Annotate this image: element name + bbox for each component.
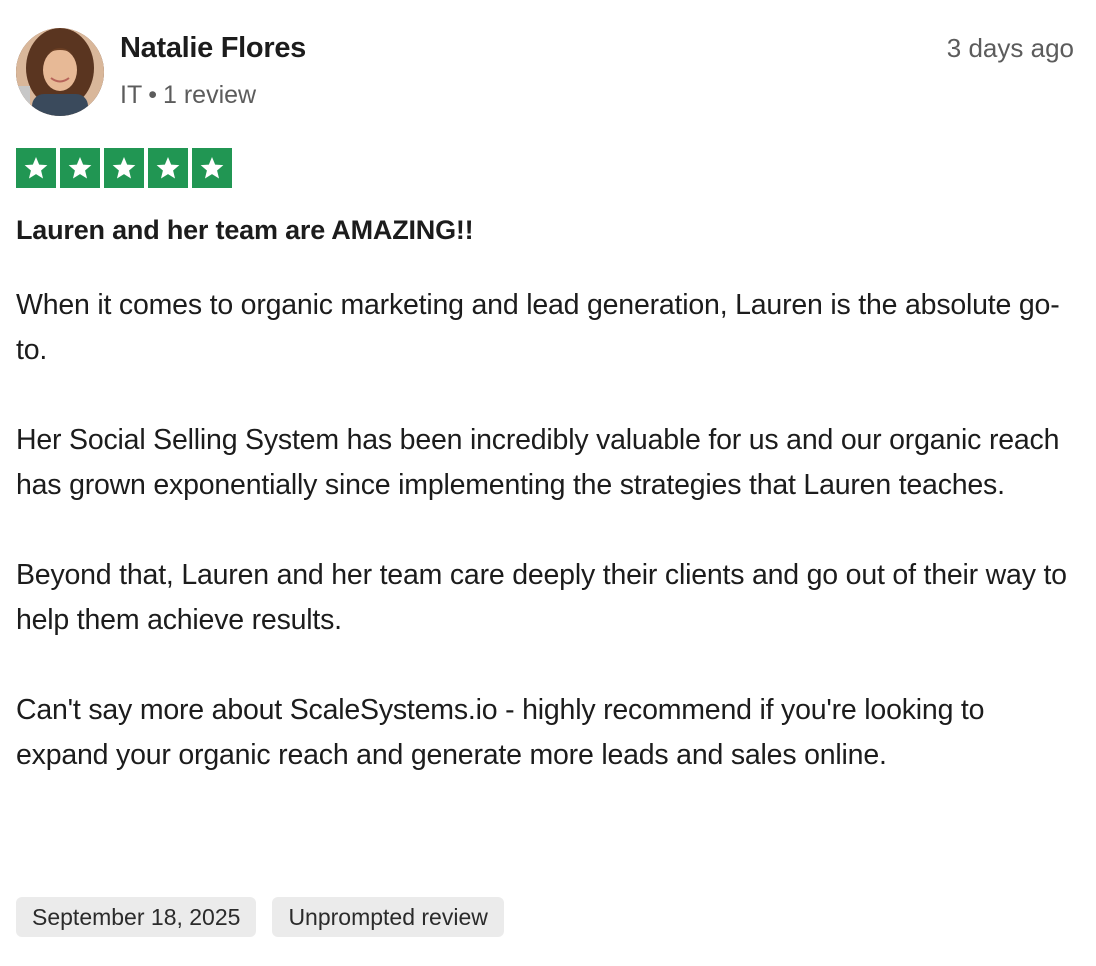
star-icon xyxy=(148,148,188,188)
review-paragraph: Can't say more about ScaleSystems.io - h… xyxy=(16,694,985,771)
review-body: When it comes to organic marketing and l… xyxy=(16,283,1080,778)
avatar[interactable] xyxy=(16,28,104,116)
review-tags: September 18, 2025 Unprompted review xyxy=(16,897,504,937)
star-icon xyxy=(104,148,144,188)
star-rating xyxy=(16,148,232,188)
star-icon xyxy=(16,148,56,188)
avatar-photo-icon xyxy=(16,28,104,116)
reviewer-country: IT xyxy=(120,81,143,109)
meta-separator: • xyxy=(148,81,157,109)
review-date-tag: September 18, 2025 xyxy=(16,897,257,937)
star-icon xyxy=(60,148,100,188)
reviewer-review-count: 1 review xyxy=(162,81,257,109)
reviewer-meta: IT • 1 review xyxy=(120,78,256,112)
review-paragraph: When it comes to organic marketing and l… xyxy=(16,289,1060,366)
review-card: Natalie Flores IT • 1 review 3 days ago La… xyxy=(0,0,1096,966)
unprompted-review-tag[interactable]: Unprompted review xyxy=(272,897,504,937)
review-paragraph: Beyond that, Lauren and her team care de… xyxy=(16,559,1067,636)
review-relative-date: 3 days ago xyxy=(946,33,1074,63)
reviewer-name[interactable]: Natalie Flores xyxy=(120,28,306,68)
review-title: Lauren and her team are AMAZING!! xyxy=(16,215,474,245)
review-header: Natalie Flores IT • 1 review 3 days ago xyxy=(16,28,1074,118)
star-icon xyxy=(192,148,232,188)
review-paragraph: Her Social Selling System has been incre… xyxy=(16,424,1060,501)
